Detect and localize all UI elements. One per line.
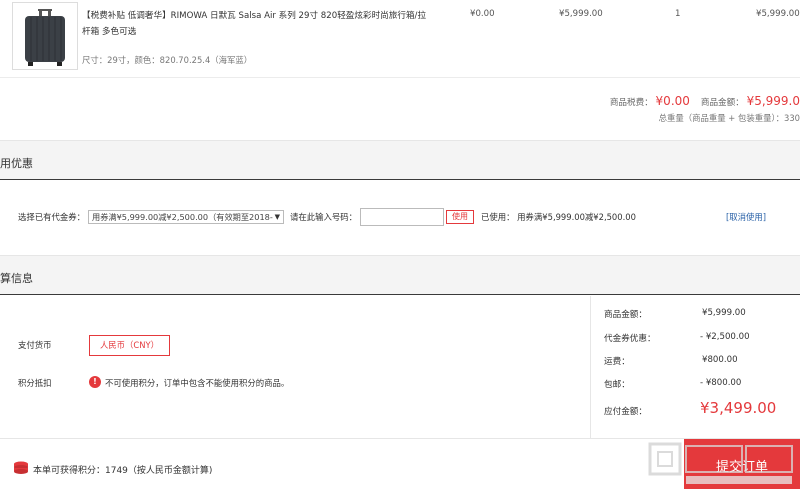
tax-label: 商品税费：	[609, 98, 653, 108]
payable-label: 应付金额：	[604, 407, 647, 417]
product-subtotal: ¥5,999.00	[756, 9, 800, 19]
use-coupon-button[interactable]: 使用	[446, 210, 474, 224]
product-quantity: 1	[675, 9, 681, 19]
weight-line: 总重量（商品重量 + 包装重量）：330	[658, 113, 800, 123]
coupon-select-label: 选择已有代金券：	[18, 212, 85, 222]
summary-label-shipping: 运费：	[604, 357, 630, 367]
cancel-coupon-link[interactable]: [取消使用]	[726, 211, 766, 223]
summary-value-shipping: ¥800.00	[702, 355, 738, 365]
chevron-down-icon: ▼	[274, 213, 280, 221]
currency-label: 支付货币	[18, 340, 52, 350]
product-price: ¥5,999.00	[559, 9, 603, 19]
product-row: 【税费补贴 低调奢华】RIMOWA 日默瓦 Salsa Air 系列 29寸 8…	[0, 0, 800, 78]
summary-value-goods: ¥5,999.00	[702, 308, 746, 318]
coupon-select[interactable]: 用券满¥5,999.00减¥2,500.00（有效期至2018- ▼	[88, 210, 284, 224]
coupon-code-label: 请在此输入号码：	[290, 212, 357, 222]
settle-section-header: 算信息	[0, 255, 800, 295]
coins-icon	[14, 461, 28, 474]
summary-label-free-shipping: 包邮：	[604, 380, 630, 390]
settle-section-title: 算信息	[0, 272, 33, 285]
coupon-section-title: 用优惠	[0, 157, 33, 170]
coupon-select-value: 用券满¥5,999.00减¥2,500.00（有效期至2018-	[92, 212, 273, 222]
points-warning: 不可使用积分，订单中包含不能使用积分的商品。	[105, 378, 290, 388]
warning-icon: !	[89, 376, 101, 388]
coupon-code-input[interactable]	[360, 208, 444, 226]
payable-value: ¥3,499.00	[700, 399, 777, 417]
product-tax: ¥0.00	[470, 9, 495, 19]
product-attributes: 尺寸：29寸，颜色：820.70.25.4（海军蓝）	[82, 55, 253, 65]
amount-label: 商品金额：	[700, 98, 744, 108]
points-earned-text: 本单可获得积分：1749（按人民币金额计算)	[33, 466, 213, 476]
tax-value: ¥0.00	[655, 94, 690, 108]
currency-option-cny[interactable]: 人民币（CNY）	[89, 335, 170, 356]
summary-label-goods: 商品金额：	[604, 310, 647, 320]
product-name[interactable]: 【税费补贴 低调奢华】RIMOWA 日默瓦 Salsa Air 系列 29寸 8…	[82, 8, 432, 40]
product-thumbnail[interactable]	[12, 2, 78, 70]
points-label: 积分抵扣	[18, 378, 52, 388]
amount-value: ¥5,999.0	[746, 94, 800, 108]
summary-value-coupon: - ¥2,500.00	[700, 332, 750, 342]
order-confirm-page: 【税费补贴 低调奢华】RIMOWA 日默瓦 Salsa Air 系列 29寸 8…	[0, 0, 800, 489]
totals-line: 商品税费： ¥0.00 商品金额： ¥5,999.0	[610, 94, 800, 108]
coupon-used-text: 已使用： 用券满¥5,999.00减¥2,500.00	[481, 212, 636, 222]
coupon-section-header: 用优惠	[0, 140, 800, 180]
footer-bar: 本单可获得积分：1749（按人民币金额计算) 提交订单	[0, 438, 800, 489]
summary-value-free-shipping: - ¥800.00	[700, 378, 742, 388]
submit-order-button[interactable]: 提交订单	[684, 439, 800, 489]
suitcase-icon	[25, 9, 65, 66]
summary-label-coupon: 代金券优惠：	[604, 334, 656, 344]
